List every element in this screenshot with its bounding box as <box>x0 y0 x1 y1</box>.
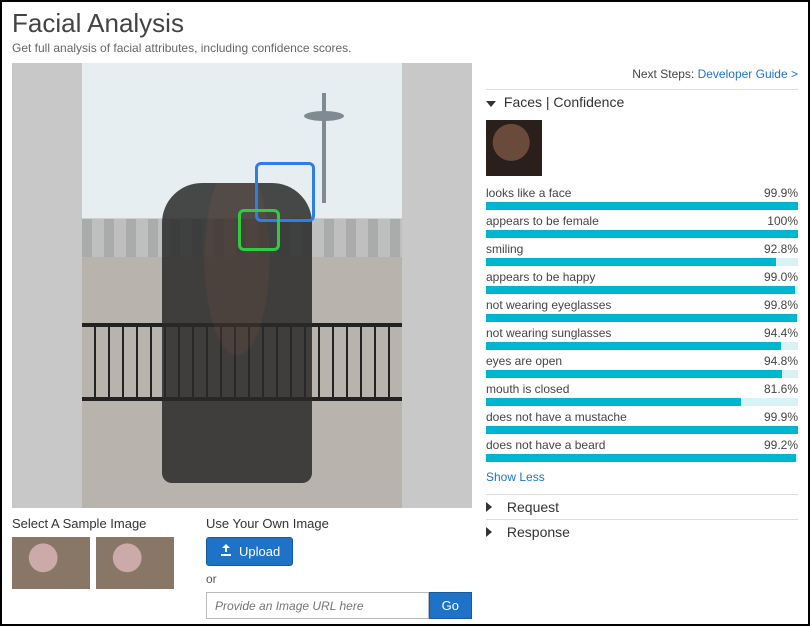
analysis-image-stage <box>12 63 472 508</box>
attribute-label: appears to be female <box>486 214 599 228</box>
confidence-bar-fill <box>486 314 797 322</box>
confidence-bar <box>486 314 798 322</box>
attribute-value: 94.8% <box>764 354 798 368</box>
response-section-toggle[interactable]: Response <box>486 519 798 544</box>
attribute-row: does not have a beard 99.2% <box>486 438 798 462</box>
confidence-bar <box>486 258 798 266</box>
or-label: or <box>206 572 472 586</box>
attribute-label: not wearing sunglasses <box>486 326 611 340</box>
next-steps-label: Next Steps: <box>632 67 694 81</box>
attribute-value: 94.4% <box>764 326 798 340</box>
attribute-value: 81.6% <box>764 382 798 396</box>
analysis-image <box>82 63 402 508</box>
next-steps: Next Steps: Developer Guide > <box>486 67 798 81</box>
attribute-list: looks like a face 99.9% appears to be fema… <box>486 186 798 462</box>
page-subtitle: Get full analysis of facial attributes, … <box>12 41 798 55</box>
sample-image-1[interactable] <box>12 537 90 589</box>
own-image-label: Use Your Own Image <box>206 516 472 531</box>
attribute-label: not wearing eyeglasses <box>486 298 611 312</box>
confidence-bar-fill <box>486 258 776 266</box>
attribute-label: eyes are open <box>486 354 562 368</box>
show-less-link[interactable]: Show Less <box>486 470 798 484</box>
space-needle-decor <box>322 93 326 203</box>
attribute-row: looks like a face 99.9% <box>486 186 798 210</box>
confidence-bar <box>486 454 798 462</box>
response-section-title: Response <box>507 524 570 540</box>
image-url-input[interactable] <box>206 592 429 619</box>
confidence-bar <box>486 342 798 350</box>
attribute-label: does not have a beard <box>486 438 605 452</box>
confidence-bar <box>486 398 798 406</box>
confidence-bar <box>486 370 798 378</box>
page-title: Facial Analysis <box>12 8 798 39</box>
confidence-bar <box>486 230 798 238</box>
subjects-decor <box>162 183 312 483</box>
confidence-bar-fill <box>486 342 781 350</box>
confidence-bar <box>486 426 798 434</box>
attribute-row: appears to be happy 99.0% <box>486 270 798 294</box>
attribute-value: 99.0% <box>764 270 798 284</box>
confidence-bar-fill <box>486 286 795 294</box>
faces-section-title: Faces | Confidence <box>504 94 624 110</box>
attribute-label: does not have a mustache <box>486 410 627 424</box>
attribute-row: eyes are open 94.8% <box>486 354 798 378</box>
upload-button-label: Upload <box>239 544 280 559</box>
chevron-right-icon <box>486 502 497 512</box>
go-button[interactable]: Go <box>429 592 472 619</box>
chevron-down-icon <box>486 101 496 107</box>
attribute-value: 99.9% <box>764 186 798 200</box>
attribute-value: 92.8% <box>764 242 798 256</box>
confidence-bar-fill <box>486 454 796 462</box>
attribute-label: mouth is closed <box>486 382 569 396</box>
sample-image-2[interactable] <box>96 537 174 589</box>
attribute-label: looks like a face <box>486 186 571 200</box>
request-section-toggle[interactable]: Request <box>486 494 798 519</box>
attribute-label: smiling <box>486 242 523 256</box>
confidence-bar <box>486 286 798 294</box>
attribute-value: 99.9% <box>764 410 798 424</box>
confidence-bar-fill <box>486 426 798 434</box>
confidence-bar-fill <box>486 398 741 406</box>
upload-icon <box>219 543 233 560</box>
request-section-title: Request <box>507 499 559 515</box>
confidence-bar <box>486 202 798 210</box>
attribute-value: 99.2% <box>764 438 798 452</box>
confidence-bar-fill <box>486 230 798 238</box>
faces-section-toggle[interactable]: Faces | Confidence <box>486 89 798 114</box>
developer-guide-link[interactable]: Developer Guide > <box>698 67 798 81</box>
attribute-value: 100% <box>767 214 798 228</box>
attribute-label: appears to be happy <box>486 270 595 284</box>
attribute-row: does not have a mustache 99.9% <box>486 410 798 434</box>
attribute-row: not wearing sunglasses 94.4% <box>486 326 798 350</box>
attribute-row: smiling 92.8% <box>486 242 798 266</box>
sample-image-label: Select A Sample Image <box>12 516 182 531</box>
attribute-row: mouth is closed 81.6% <box>486 382 798 406</box>
upload-button[interactable]: Upload <box>206 537 293 566</box>
attribute-value: 99.8% <box>764 298 798 312</box>
confidence-bar-fill <box>486 370 782 378</box>
attribute-row: appears to be female 100% <box>486 214 798 238</box>
attribute-row: not wearing eyeglasses 99.8% <box>486 298 798 322</box>
chevron-right-icon <box>486 527 497 537</box>
selected-face-thumbnail[interactable] <box>486 120 542 176</box>
confidence-bar-fill <box>486 202 798 210</box>
face-bounding-box-2[interactable] <box>238 209 280 251</box>
